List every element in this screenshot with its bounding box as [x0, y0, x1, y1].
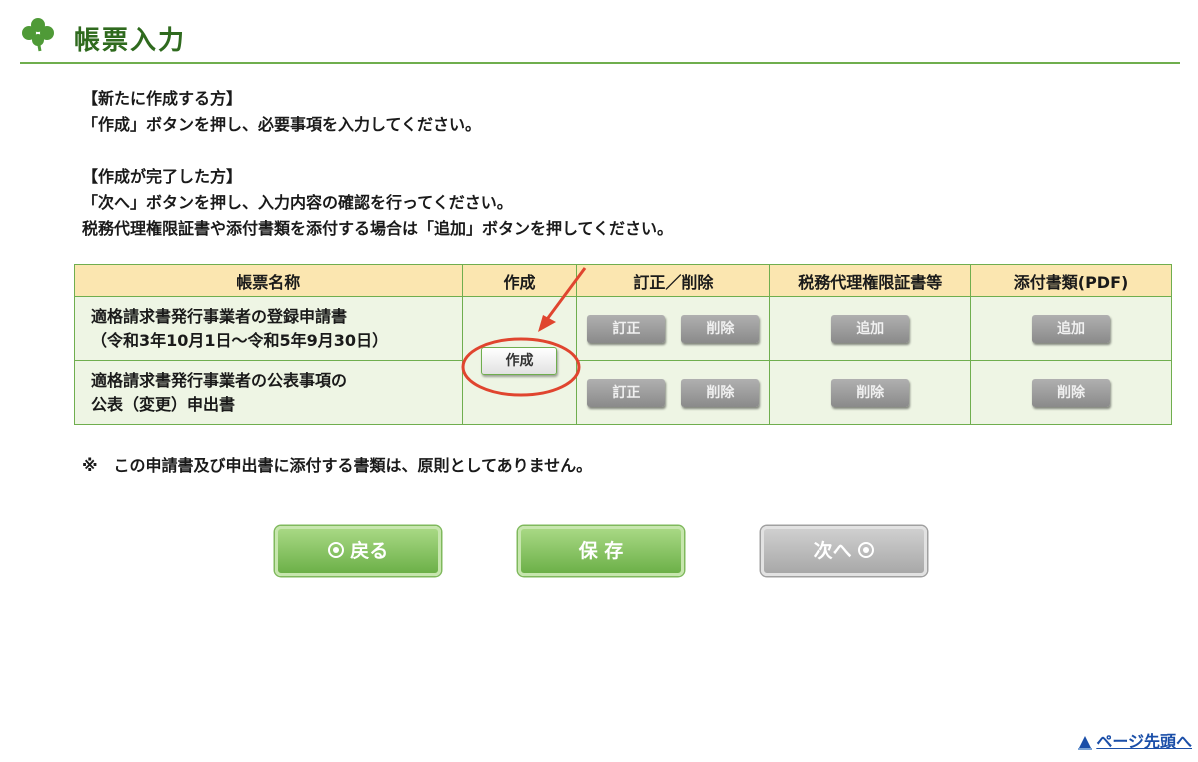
- page-top-label: ページ先頭へ: [1096, 732, 1192, 751]
- back-label: 戻る: [350, 540, 389, 562]
- attachment-delete-button[interactable]: 削除: [1032, 378, 1111, 407]
- proxy-cell: 追加: [769, 296, 972, 361]
- create-cell: 作成: [461, 296, 578, 425]
- note-text: ※ この申請書及び申出書に添付する書類は、原則としてありません。: [82, 456, 593, 475]
- proxy-cell: 削除: [769, 360, 972, 425]
- table-row: 適格請求書発行事業者の公表事項の 公表（変更）申出書 訂正 削除 削除 削除: [74, 360, 1172, 425]
- header-edit-delete: 訂正／削除: [576, 264, 771, 297]
- form-name-cell: 適格請求書発行事業者の登録申請書 （令和3年10月1日～令和5年9月30日）: [74, 296, 463, 361]
- header-proxy-certificate: 税務代理権限証書等: [769, 264, 972, 297]
- clover-icon: [22, 18, 54, 52]
- page-header: 帳票入力: [20, 12, 1180, 64]
- done-heading: 【作成が完了した方】: [82, 167, 243, 186]
- attachment-cell: 追加: [970, 296, 1172, 361]
- edit-delete-cell: 訂正 削除: [576, 296, 771, 361]
- up-arrow-icon: [1078, 735, 1093, 750]
- done-text-2: 税務代理権限証書や添付書類を添付する場合は「追加」ボタンを押してください。: [82, 219, 674, 238]
- page-title: 帳票入力: [74, 26, 187, 56]
- form-name-cell: 適格請求書発行事業者の公表事項の 公表（変更）申出書: [74, 360, 463, 425]
- new-text: 「作成」ボタンを押し、必要事項を入力してください。: [82, 115, 482, 134]
- form-name-line1: 適格請求書発行事業者の登録申請書: [91, 306, 348, 326]
- instructions: 【新たに作成する方】 「作成」ボタンを押し、必要事項を入力してください。 【作成…: [82, 86, 673, 242]
- new-heading: 【新たに作成する方】: [82, 89, 243, 108]
- proxy-delete-button[interactable]: 削除: [831, 378, 910, 407]
- page-top-link[interactable]: ページ先頭へ: [1076, 728, 1192, 752]
- form-name-line2: 公表（変更）申出書: [91, 394, 236, 414]
- save-label: 保 存: [578, 540, 624, 562]
- edit-button[interactable]: 訂正: [587, 314, 666, 343]
- done-text-1: 「次へ」ボタンを押し、入力内容の確認を行ってください。: [82, 193, 513, 212]
- back-button[interactable]: 戻る: [275, 526, 441, 576]
- table-row: 適格請求書発行事業者の登録申請書 （令和3年10月1日～令和5年9月30日） 作…: [74, 296, 1172, 425]
- forms-table: 帳票名称 作成 訂正／削除 税務代理権限証書等 添付書類(PDF) 適格請求書発…: [74, 264, 1172, 425]
- next-button[interactable]: 次へ: [761, 526, 927, 576]
- form-name-line2: （令和3年10月1日～令和5年9月30日）: [91, 330, 389, 350]
- attachment-cell: 削除: [970, 360, 1172, 425]
- form-name-line1: 適格請求書発行事業者の公表事項の: [91, 370, 348, 390]
- delete-button[interactable]: 削除: [681, 378, 760, 407]
- proxy-add-button[interactable]: 追加: [831, 314, 910, 343]
- attachment-add-button[interactable]: 追加: [1032, 314, 1111, 343]
- next-label: 次へ: [813, 540, 852, 562]
- delete-button[interactable]: 削除: [681, 314, 760, 343]
- header-attachments: 添付書類(PDF): [970, 264, 1172, 297]
- next-circle-icon: [858, 541, 875, 558]
- edit-delete-cell: 訂正 削除: [576, 360, 771, 425]
- header-create: 作成: [461, 264, 578, 297]
- save-button[interactable]: 保 存: [518, 526, 684, 576]
- back-circle-icon: [327, 541, 344, 558]
- header-form-name: 帳票名称: [74, 264, 463, 297]
- edit-button[interactable]: 訂正: [587, 378, 666, 407]
- create-button[interactable]: 作成: [481, 346, 558, 375]
